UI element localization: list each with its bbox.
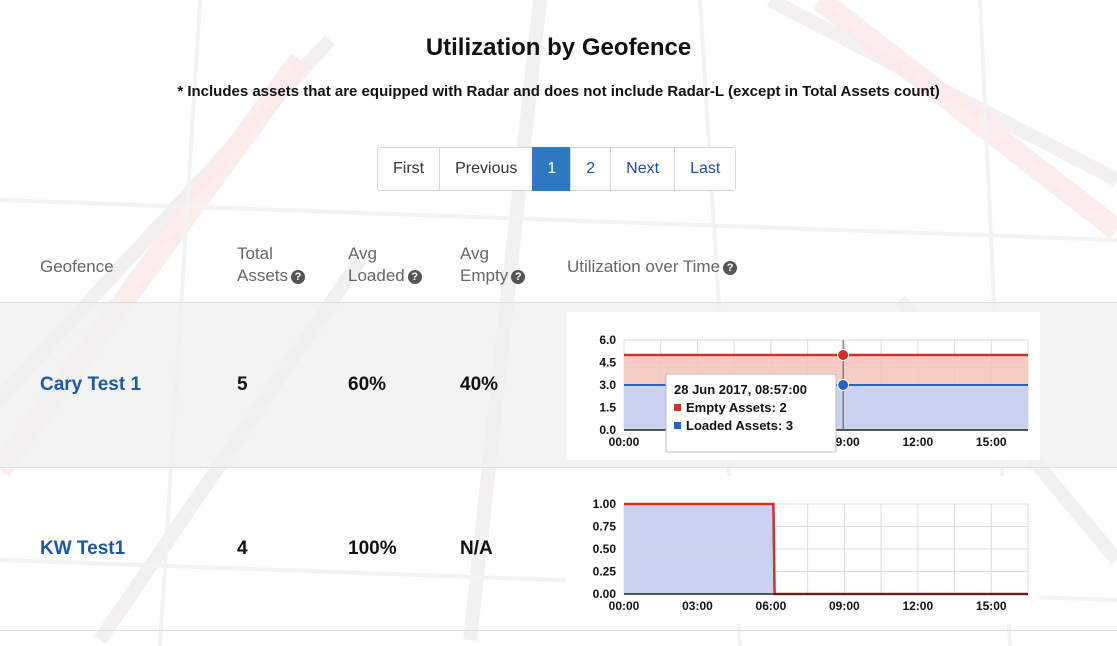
utilization-chart-2-svg: 1.000.750.500.250.0000:00 03:00 06:00 09:00… [593, 497, 1029, 613]
header-avg-loaded: Avg Loaded? [348, 243, 422, 287]
utilization-chart-1[interactable]: 6.04.53.01.50.000:0003:0006:0009:0012:00… [566, 312, 1040, 460]
utilization-chart-2[interactable]: 1.00 0.75 0.50 0.25 0.00 00:00 03:00 06:00 09:00… [566, 476, 1040, 624]
page-subtitle: * Includes assets that are equipped with… [177, 83, 940, 100]
avg-loaded-value: 100% [348, 538, 397, 559]
utilization-page: Utilization by Geofence * Includes asset… [0, 0, 1117, 646]
x-tick-label: 00:00 [609, 599, 640, 613]
page-1-button[interactable]: 1 [532, 147, 572, 191]
loaded-assets-point [837, 379, 850, 391]
first-page-button[interactable]: First [377, 147, 441, 191]
next-page-button[interactable]: Next [610, 147, 676, 191]
pagination: First Previous 1 2 Next Last [377, 147, 737, 191]
y-tick-label: 0.75 [593, 520, 617, 534]
header-total-assets-line2: Assets? [237, 265, 306, 287]
header-geofence: Geofence [40, 257, 114, 276]
avg-loaded-value: 60% [348, 374, 387, 395]
tooltip-line: Empty Assets: 2 [686, 400, 787, 415]
utilization-chart-1-svg: 6.04.53.01.50.000:0003:0006:0009:0012:00… [599, 333, 1029, 453]
last-page-button[interactable]: Last [674, 147, 737, 191]
y-tick-label: 1.00 [593, 497, 617, 511]
x-tick-label: 03:00 [682, 599, 713, 613]
x-tick-label: 15:00 [976, 599, 1007, 613]
header-total-assets-label: Assets [237, 266, 289, 285]
header-avg-empty-line1: Avg [460, 244, 489, 263]
page-2-button[interactable]: 2 [570, 147, 612, 191]
help-icon[interactable]: ? [511, 270, 526, 284]
y-tick-label: 0.50 [593, 542, 617, 556]
y-tick-label: 1.5 [599, 401, 616, 415]
header-avg-empty-label: Empty [460, 266, 509, 285]
geofence-link[interactable]: KW Test1 [40, 538, 125, 560]
avg-empty-value: N/A [460, 538, 493, 559]
header-avg-loaded-line2: Loaded? [348, 265, 422, 287]
header-total-assets-line1: Total [237, 244, 273, 263]
help-icon[interactable]: ? [407, 270, 422, 284]
row-divider [0, 630, 1117, 631]
y-tick-label: 6.0 [599, 333, 616, 347]
help-icon[interactable]: ? [723, 261, 738, 275]
y-tick-label: 4.5 [599, 356, 616, 370]
empty-assets-swatch [674, 404, 681, 411]
y-tick-label: 0.25 [593, 565, 617, 579]
tooltip-line: Loaded Assets: 3 [686, 418, 793, 433]
x-tick-label: 06:00 [756, 599, 787, 613]
row-divider [0, 467, 1117, 468]
x-tick-label: 15:00 [976, 435, 1007, 449]
header-utilization-label: Utilization over Time [567, 257, 721, 276]
geofence-link[interactable]: Cary Test 1 [40, 374, 141, 396]
loaded-assets-swatch [674, 422, 681, 429]
header-avg-empty: Avg Empty? [460, 243, 526, 287]
previous-page-button[interactable]: Previous [439, 147, 534, 191]
x-tick-label: 09:00 [829, 599, 860, 613]
total-assets-value: 5 [237, 374, 248, 395]
help-icon[interactable]: ? [291, 270, 306, 284]
header-avg-loaded-label: Loaded [348, 266, 405, 285]
x-tick-label: 00:00 [609, 435, 640, 449]
y-tick-label: 3.0 [599, 378, 616, 392]
header-utilization: Utilization over Time? [567, 256, 738, 278]
page-title: Utilization by Geofence [425, 34, 692, 61]
x-tick-label: 12:00 [902, 599, 933, 613]
header-total-assets: Total Assets? [237, 243, 306, 287]
tooltip-title: 28 Jun 2017, 08:57:00 [674, 382, 807, 397]
header-avg-empty-line2: Empty? [460, 265, 526, 287]
avg-empty-value: 40% [460, 374, 499, 395]
empty-assets-point [837, 349, 850, 361]
total-assets-value: 4 [237, 538, 248, 559]
header-avg-loaded-line1: Avg [348, 244, 377, 263]
x-tick-label: 12:00 [902, 435, 933, 449]
